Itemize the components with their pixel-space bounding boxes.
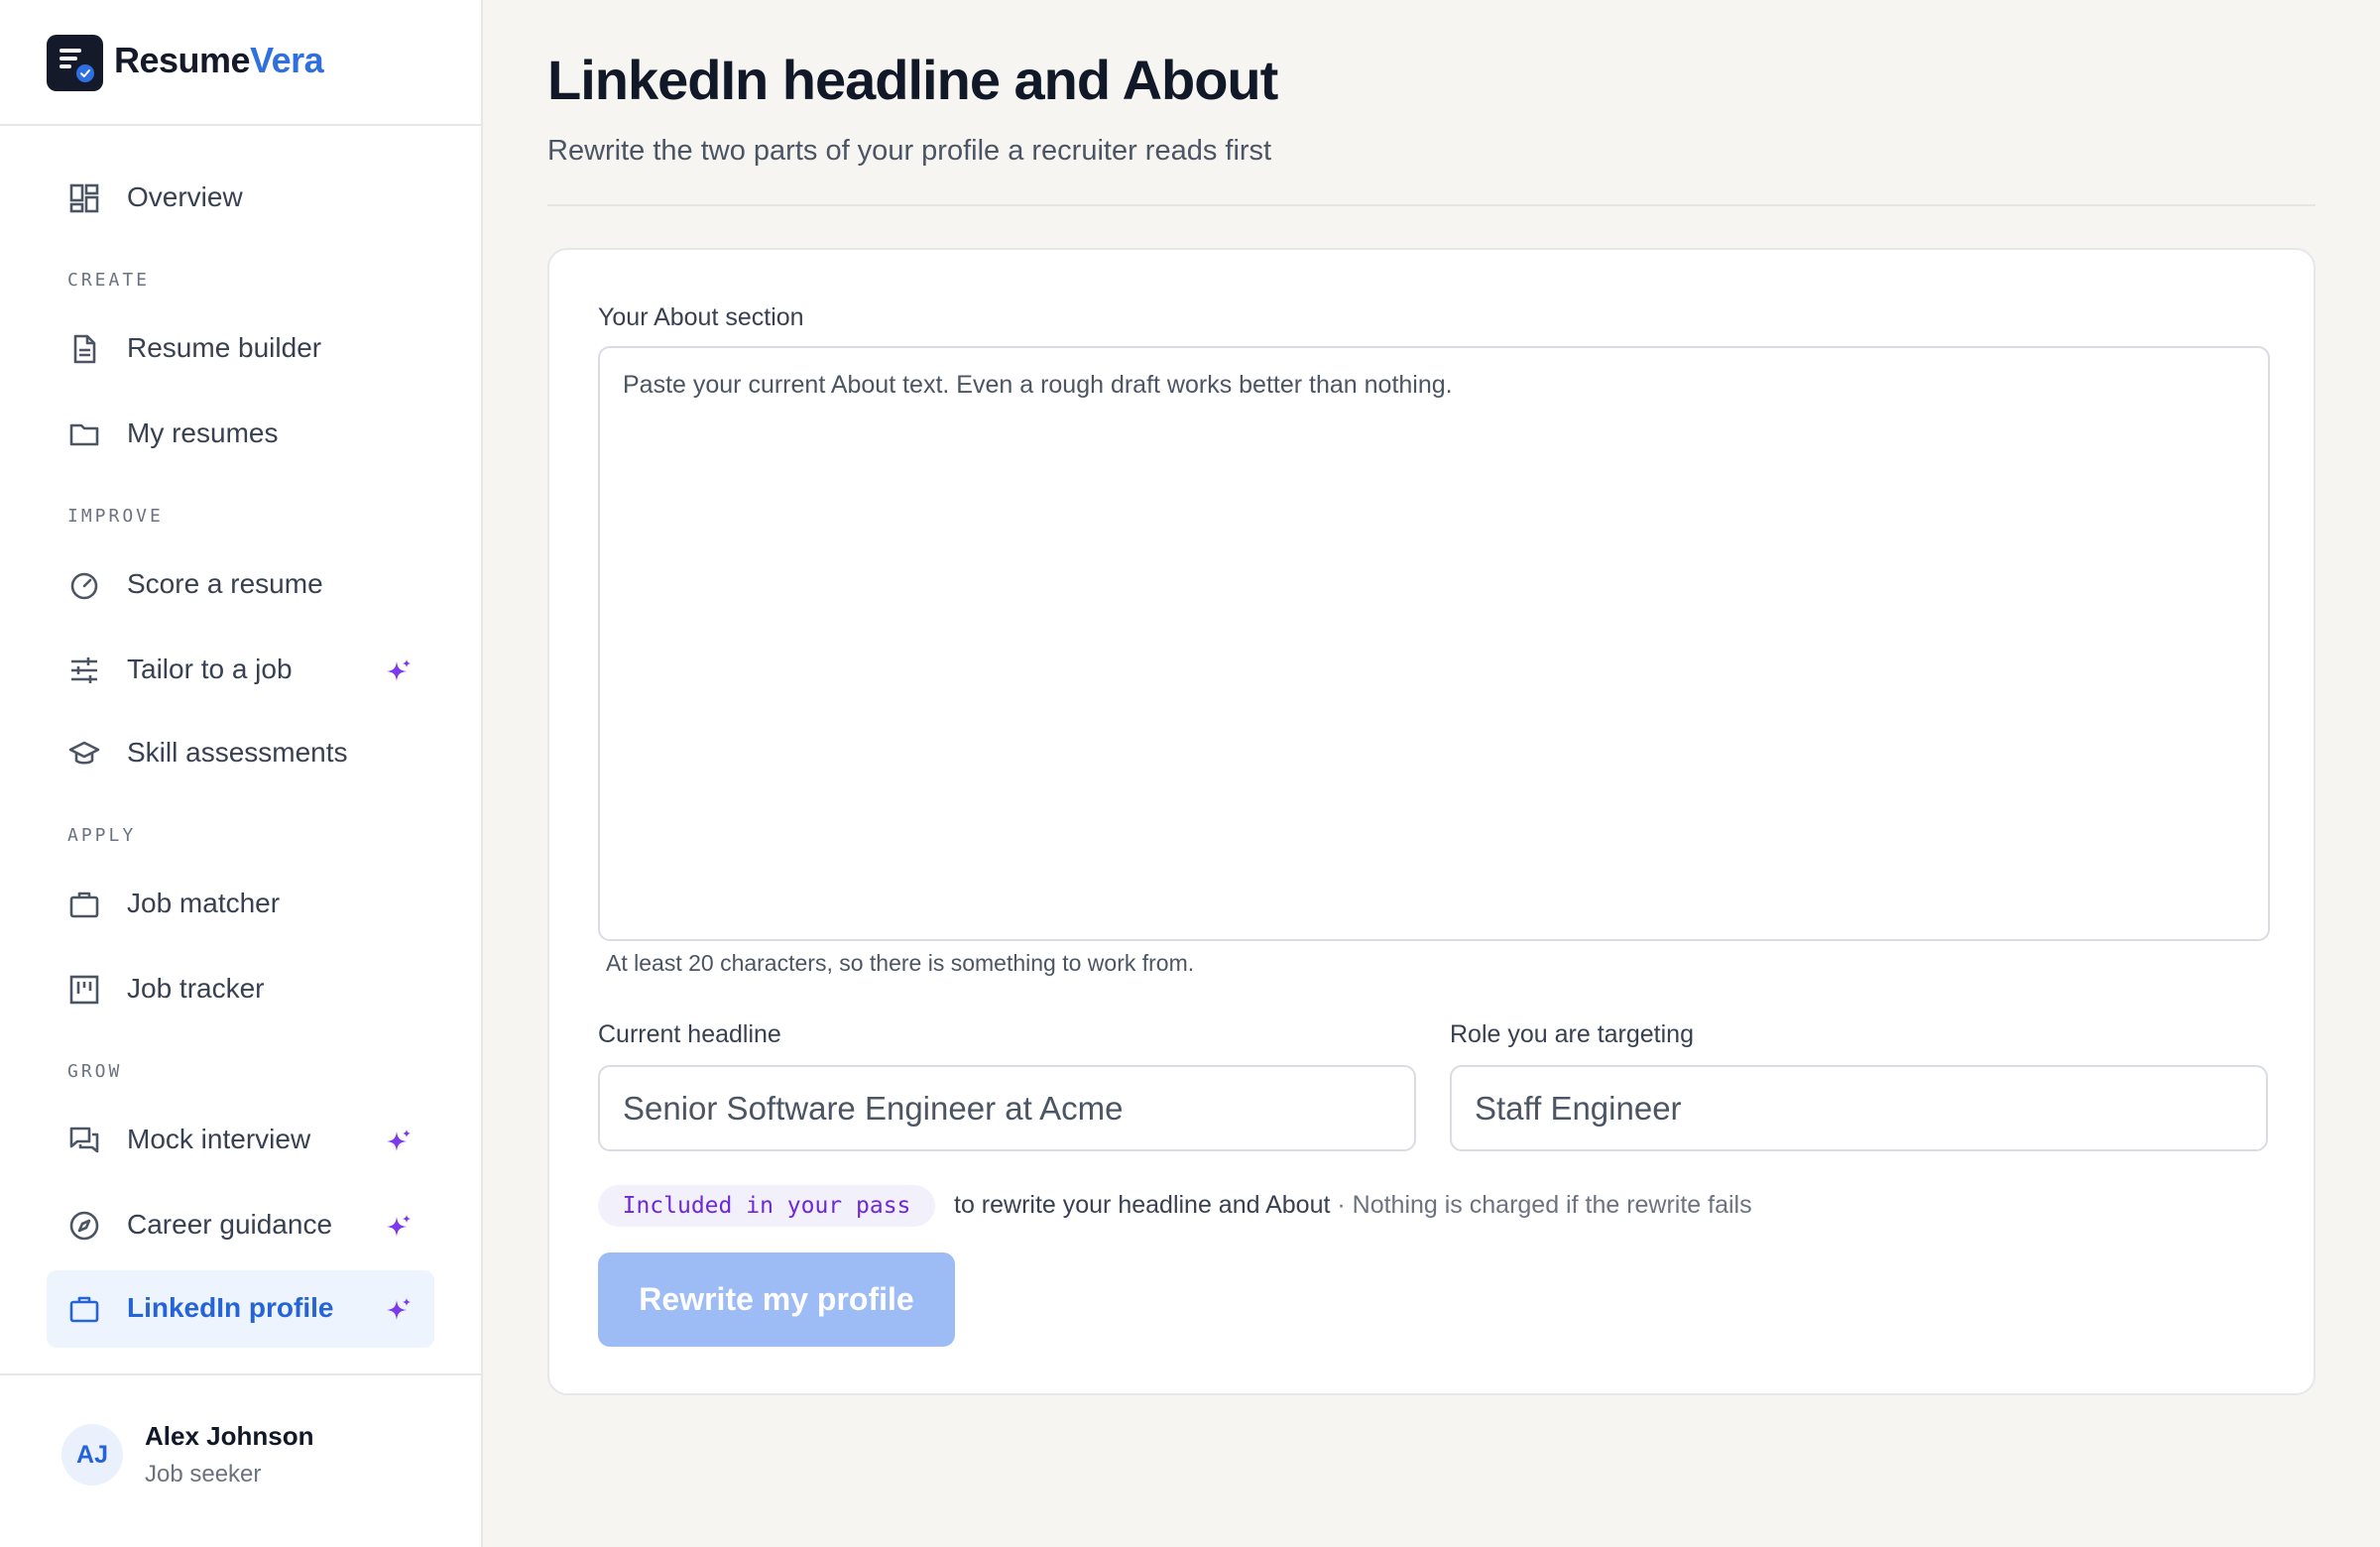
user-profile[interactable]: AJ Alex Johnson Job seeker xyxy=(0,1373,481,1547)
page-title: LinkedIn headline and About xyxy=(547,49,1278,111)
sparkle-icon xyxy=(387,1215,411,1237)
pass-note: Nothing is charged if the rewrite fails xyxy=(1352,1191,1752,1219)
pass-info: to rewrite your headline and About · Not… xyxy=(954,1191,1752,1220)
sidebar-item-tailor-job[interactable]: Tailor to a job xyxy=(47,632,434,709)
target-role-input[interactable] xyxy=(1450,1065,2268,1151)
sidebar-item-skill-assessments[interactable]: Skill assessments xyxy=(47,715,434,792)
brand-name[interactable]: ResumeVera xyxy=(114,40,324,81)
sparkle-icon xyxy=(387,1298,411,1320)
chat-bubbles-icon xyxy=(69,1127,99,1153)
section-label-create: CREATE xyxy=(67,270,151,291)
sparkle-icon xyxy=(387,659,411,681)
avatar[interactable]: AJ xyxy=(61,1424,123,1486)
rewrite-profile-button[interactable]: Rewrite my profile xyxy=(598,1252,955,1347)
user-role: Job seeker xyxy=(145,1461,262,1488)
page-subtitle: Rewrite the two parts of your profile a … xyxy=(547,135,1272,167)
headline-label: Current headline xyxy=(598,1020,781,1048)
resumevera-logo-icon[interactable] xyxy=(47,35,103,91)
sidebar-item-job-matcher[interactable]: Job matcher xyxy=(47,866,434,943)
section-label-improve: IMPROVE xyxy=(67,506,164,527)
sidebar-item-job-tracker[interactable]: Job tracker xyxy=(47,951,434,1028)
pass-separator: · xyxy=(1330,1191,1353,1219)
section-label-grow: GROW xyxy=(67,1061,123,1082)
sidebar-item-my-resumes[interactable]: My resumes xyxy=(47,396,434,473)
sliders-icon xyxy=(71,657,97,683)
graduation-cap-icon xyxy=(68,741,100,765)
sidebar-item-resume-builder[interactable]: Resume builder xyxy=(47,310,434,388)
briefcase-icon xyxy=(69,892,99,918)
sidebar-item-label: LinkedIn profile xyxy=(127,1292,334,1323)
sidebar-item-label: Overview xyxy=(127,181,243,212)
sparkle-icon xyxy=(387,1130,411,1151)
pass-badge: Included in your pass xyxy=(598,1185,935,1227)
user-name: Alex Johnson xyxy=(145,1421,314,1451)
sidebar-item-label: Tailor to a job xyxy=(127,654,293,684)
document-icon xyxy=(73,334,96,364)
folder-icon xyxy=(69,423,99,446)
sidebar-item-overview[interactable]: Overview xyxy=(47,160,434,237)
sidebar: ResumeVera Overview CREATE Resume builde… xyxy=(0,0,483,1547)
target-role-label: Role you are targeting xyxy=(1450,1020,1694,1048)
sidebar-item-label: Job tracker xyxy=(127,973,265,1004)
sidebar-item-label: My resumes xyxy=(127,417,279,448)
about-label: Your About section xyxy=(598,303,804,331)
sidebar-item-label: Skill assessments xyxy=(127,737,348,768)
sidebar-item-mock-interview[interactable]: Mock interview xyxy=(47,1102,434,1179)
compass-icon xyxy=(69,1211,99,1241)
pass-description: to rewrite your headline and About xyxy=(954,1191,1331,1219)
kanban-icon xyxy=(69,975,99,1005)
sidebar-item-label: Mock interview xyxy=(127,1124,311,1154)
sidebar-item-label: Career guidance xyxy=(127,1209,333,1240)
sidebar-item-linkedin-profile[interactable]: LinkedIn profile xyxy=(47,1270,434,1348)
about-hint: At least 20 characters, so there is some… xyxy=(606,950,1195,976)
sidebar-item-career-guidance[interactable]: Career guidance xyxy=(47,1187,434,1264)
briefcase-icon xyxy=(69,1296,99,1323)
sidebar-item-label: Score a resume xyxy=(127,568,323,599)
sidebar-item-score-resume[interactable]: Score a resume xyxy=(47,546,434,624)
dashboard-grid-icon xyxy=(69,183,99,213)
header-divider xyxy=(547,204,2316,206)
brand-header: ResumeVera xyxy=(0,0,481,126)
sidebar-item-label: Job matcher xyxy=(127,888,281,918)
gauge-icon xyxy=(70,572,98,600)
sidebar-item-label: Resume builder xyxy=(127,332,322,363)
profile-rewrite-form: Your About section At least 20 character… xyxy=(547,248,2316,1395)
section-label-apply: APPLY xyxy=(67,825,137,846)
headline-input[interactable] xyxy=(598,1065,1416,1151)
about-textarea[interactable] xyxy=(598,346,2270,941)
